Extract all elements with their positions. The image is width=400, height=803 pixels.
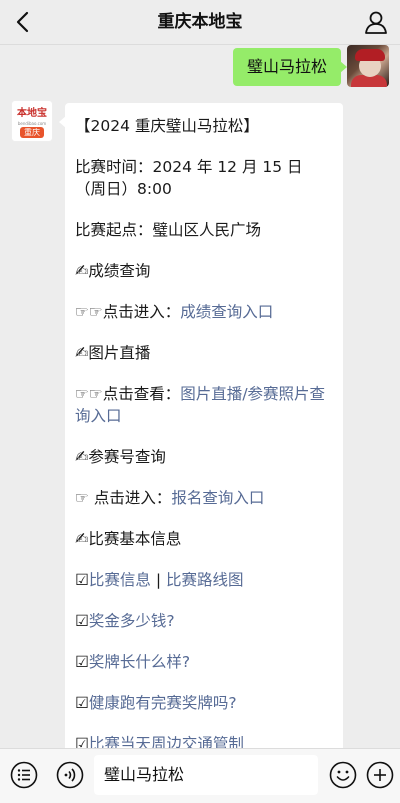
photos-action-prefix: ☞☞点击查看：: [75, 385, 181, 403]
basic-info-link[interactable]: 比赛路线图: [166, 571, 244, 589]
basic-info-heading: ✍比赛基本信息: [75, 528, 333, 550]
bib-heading: ✍参赛号查询: [75, 446, 333, 468]
results-query-link[interactable]: 成绩查询入口: [180, 303, 273, 321]
photo-live-link[interactable]: 图片直播: [180, 385, 242, 403]
message-input[interactable]: 璧山马拉松: [94, 755, 318, 795]
bot-avatar[interactable]: 本地宝 bendibao.com 重庆: [11, 100, 53, 142]
emoji-icon: [329, 761, 357, 789]
bib-action: ☞ 点击进入：报名查询入口: [75, 487, 333, 509]
add-button[interactable]: [366, 761, 394, 789]
race-start-value: 璧山区人民广场: [152, 221, 262, 239]
race-start: 比赛起点：璧山区人民广场: [75, 219, 333, 241]
voice-icon: [56, 761, 84, 789]
bot-message-bubble: 【2024 重庆璧山马拉松】 比赛时间：2024 年 12 月 15 日（周日）…: [59, 103, 343, 803]
basic-info-item: ☑比赛信息 | 比赛路线图: [75, 569, 333, 591]
writing-hand-icon: ✍: [75, 447, 89, 466]
emoji-button[interactable]: [329, 761, 357, 789]
checkbox-icon: ☑: [75, 653, 89, 671]
list-icon: [10, 761, 38, 789]
photos-action: ☞☞点击查看：图片直播/参赛照片查询入口: [75, 383, 333, 427]
person-icon: [365, 11, 387, 34]
basic-info-item: ☑奖牌长什么样?: [75, 651, 333, 673]
top-bar: 重庆本地宝: [0, 0, 400, 45]
results-action: ☞☞点击进入：成绩查询入口: [75, 301, 333, 323]
race-time: 比赛时间：2024 年 12 月 15 日（周日）8:00: [75, 156, 333, 200]
plus-icon: [366, 761, 394, 789]
message-title: 【2024 重庆璧山马拉松】: [75, 117, 259, 135]
input-bar: 璧山马拉松: [0, 748, 400, 803]
results-heading: ✍成绩查询: [75, 260, 333, 282]
checkbox-icon: ☑: [75, 571, 89, 589]
race-start-label: 比赛起点：: [75, 221, 153, 239]
registration-query-link[interactable]: 报名查询入口: [171, 489, 264, 507]
basic-info-link[interactable]: 奖金多少钱?: [89, 612, 175, 630]
results-heading-text: 成绩查询: [88, 262, 151, 280]
user-avatar[interactable]: [347, 45, 389, 87]
writing-hand-icon: ✍: [75, 529, 89, 548]
photos-heading: ✍图片直播: [75, 342, 333, 364]
basic-info-link[interactable]: 比赛信息: [89, 571, 151, 589]
bib-heading-text: 参赛号查询: [88, 448, 166, 466]
writing-hand-icon: ✍: [75, 261, 89, 280]
checkbox-icon: ☑: [75, 612, 89, 630]
basic-info-link[interactable]: 健康跑有完赛奖牌吗?: [89, 694, 237, 712]
profile-button[interactable]: [362, 8, 390, 36]
logo-brand-text: 本地宝: [17, 108, 47, 119]
basic-info-link[interactable]: 奖牌长什么样?: [89, 653, 190, 671]
race-time-label: 比赛时间：: [75, 158, 153, 176]
avatar-hat: [355, 49, 385, 61]
basic-info-heading-text: 比赛基本信息: [88, 530, 182, 548]
basic-info-separator: |: [150, 571, 166, 589]
logo-url-text: bendibao.com: [17, 121, 47, 126]
user-message-bubble[interactable]: 璧山马拉松: [232, 48, 348, 86]
logo-city-badge: 重庆: [20, 127, 44, 138]
basic-info-item: ☑健康跑有完赛奖牌吗?: [75, 692, 333, 714]
bib-action-prefix: ☞ 点击进入：: [75, 489, 172, 507]
checkbox-icon: ☑: [75, 694, 89, 712]
basic-info-item: ☑奖金多少钱?: [75, 610, 333, 632]
chat-title: 重庆本地宝: [157, 12, 243, 32]
basic-info-list: ☑比赛信息 | 比赛路线图 ☑奖金多少钱? ☑奖牌长什么样? ☑健康跑有完赛奖牌吗? ☑…: [75, 569, 333, 755]
photos-heading-text: 图片直播: [88, 344, 151, 362]
writing-hand-icon: ✍: [75, 343, 89, 362]
menu-button[interactable]: [10, 761, 38, 789]
results-action-prefix: ☞☞点击进入：: [75, 303, 181, 321]
voice-button[interactable]: [56, 761, 84, 789]
